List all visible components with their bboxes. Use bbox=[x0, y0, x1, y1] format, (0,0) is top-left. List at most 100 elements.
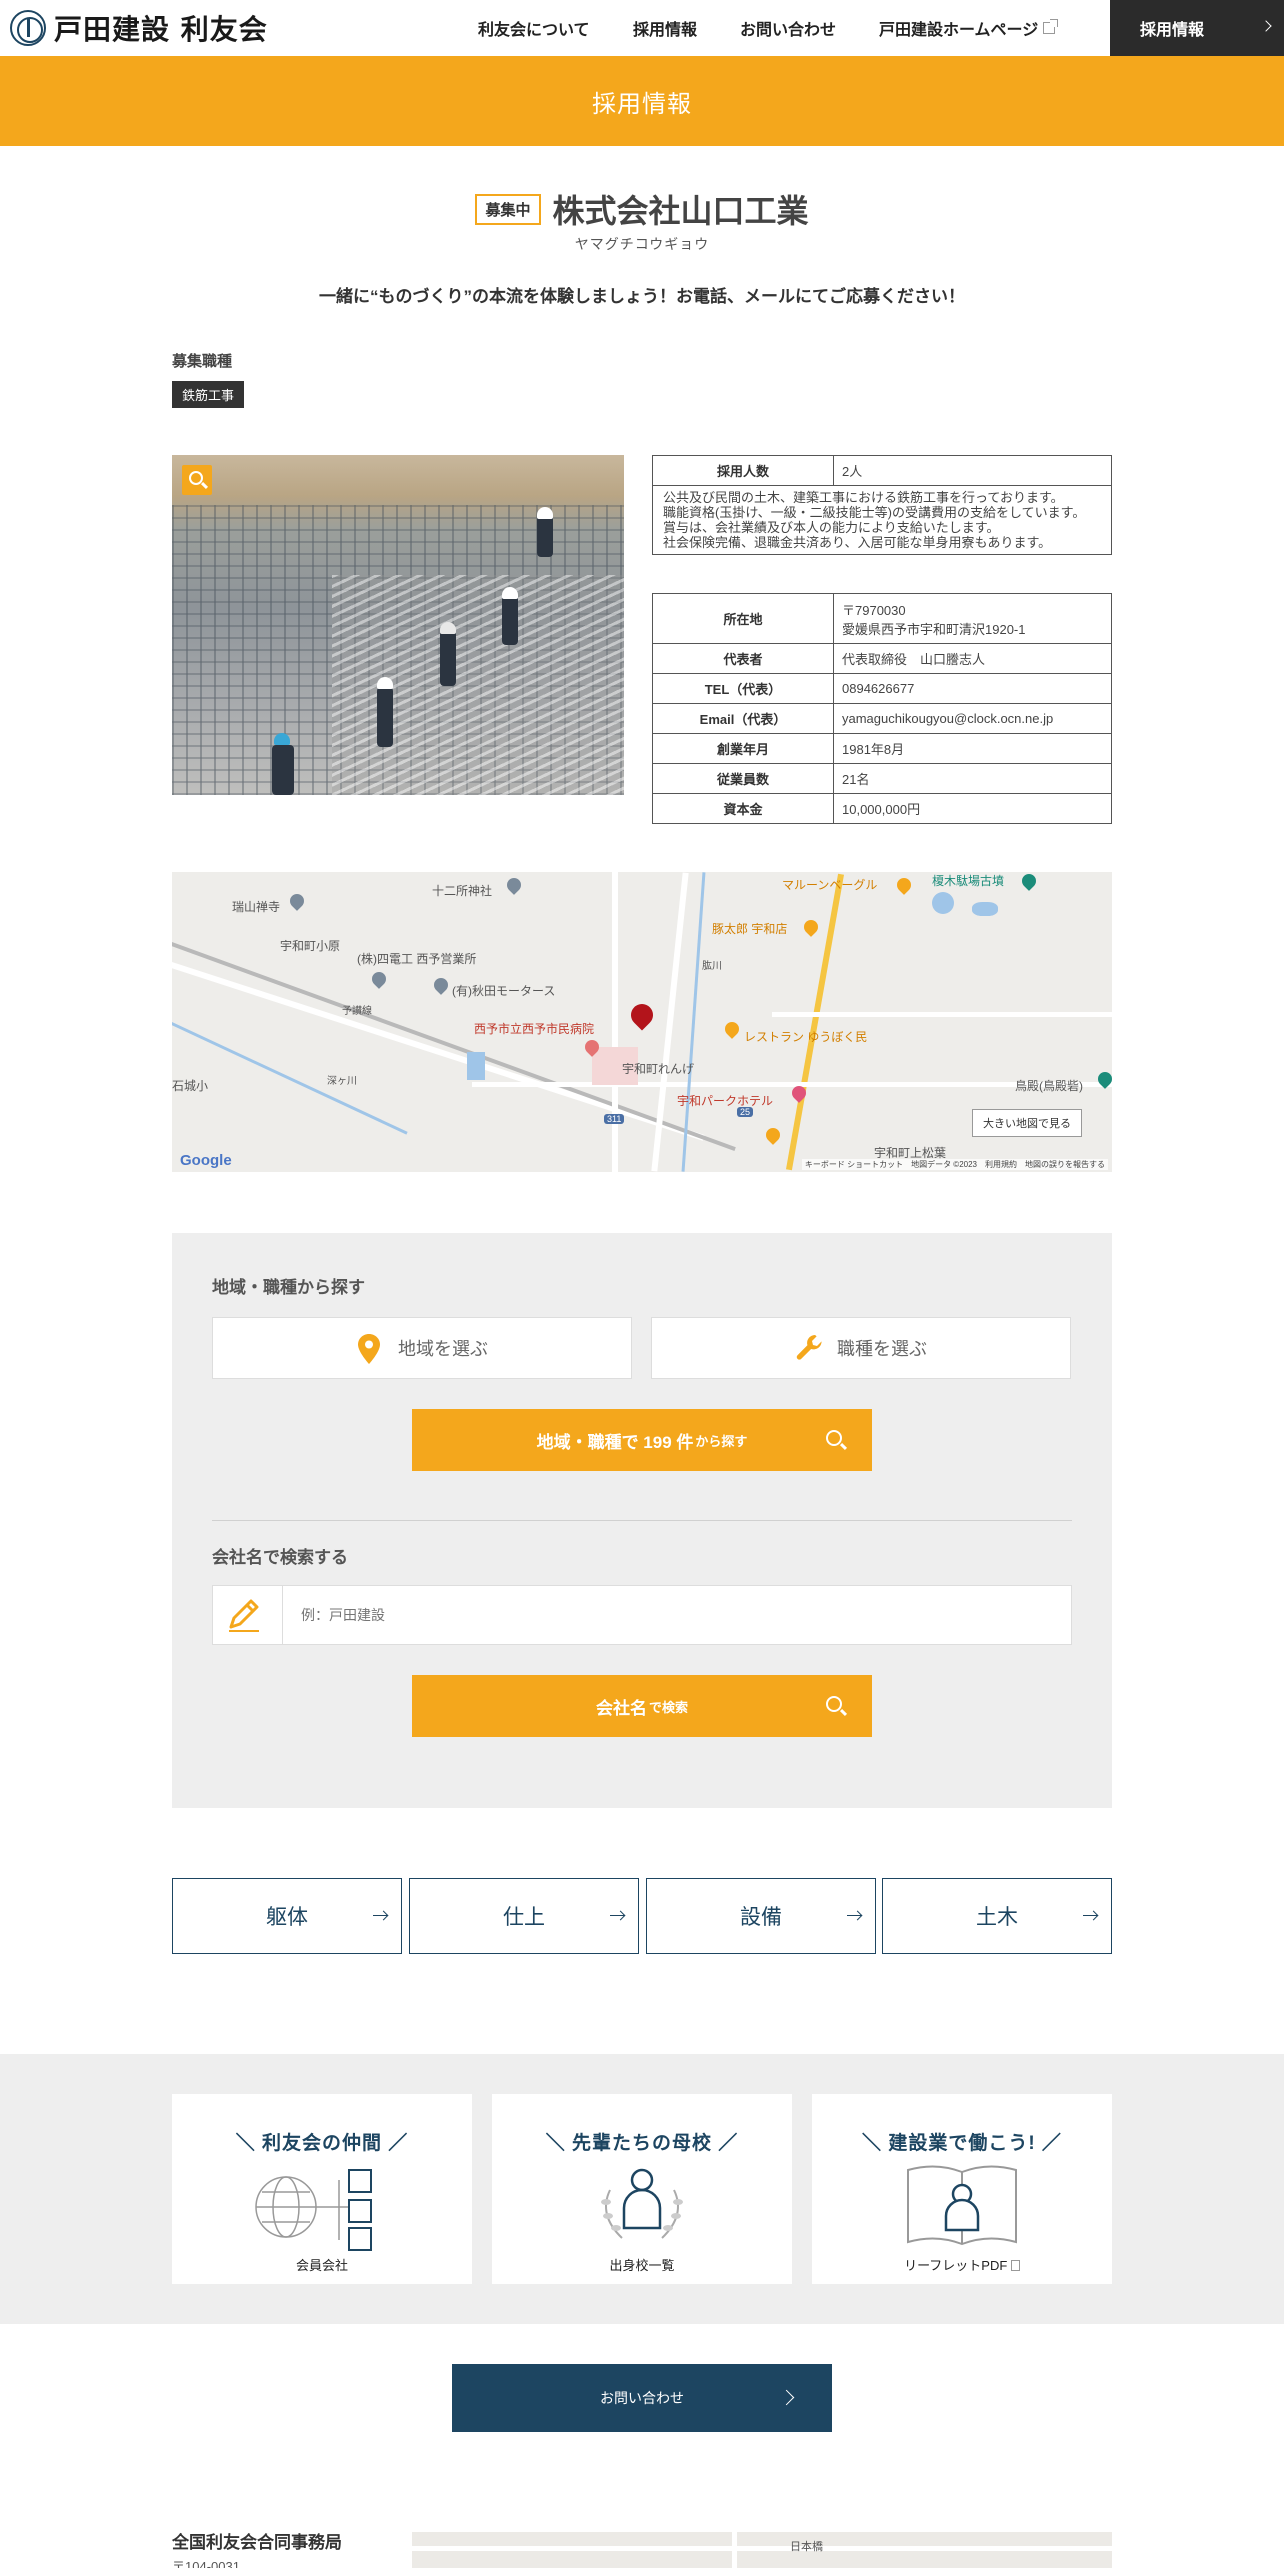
info-key: 資本金 bbox=[652, 793, 834, 824]
company-location-pin-icon[interactable] bbox=[626, 999, 658, 1031]
alma-mater-card[interactable]: ＼ 先輩たちの母校 ／ 出身校一覧 bbox=[492, 2094, 792, 2284]
map-attribution[interactable]: キーボード ショートカット 地図データ ©2023 利用規約 地図の誤りを報告す… bbox=[801, 1159, 1108, 1170]
map-highway bbox=[785, 873, 845, 1171]
book-person-icon bbox=[907, 2165, 1017, 2246]
landmark-pin-icon[interactable] bbox=[1019, 872, 1039, 891]
map-label: 榎木駄場古墳 bbox=[932, 874, 1005, 888]
company-photo[interactable] bbox=[172, 455, 624, 795]
site-logo[interactable]: 戸田建設 利友会 bbox=[10, 10, 268, 46]
shrine-pin-icon[interactable] bbox=[504, 875, 524, 895]
arrow-right-icon bbox=[847, 1915, 861, 1916]
restaurant-pin-icon[interactable] bbox=[722, 1019, 742, 1039]
worker-figure bbox=[272, 745, 294, 795]
map-pond bbox=[972, 902, 998, 916]
info-key: 代表者 bbox=[652, 643, 834, 674]
description-line: 社会保険完備、退職金共済あり、入居可能な単身用寮もあります。 bbox=[663, 535, 1052, 550]
job-select-button[interactable]: 職種を選ぶ bbox=[651, 1317, 1071, 1379]
headcount-value: 2人 bbox=[833, 455, 1112, 486]
external-link-icon bbox=[1043, 19, 1059, 34]
globe-network-icon bbox=[255, 2169, 372, 2251]
header-recruit-button[interactable]: 採用情報 bbox=[1110, 0, 1284, 56]
nav-contact[interactable]: お問い合わせ bbox=[740, 16, 836, 40]
pdf-icon bbox=[1010, 2260, 1020, 2271]
nav-toda-homepage-label: 戸田建設ホームページ bbox=[879, 22, 1039, 39]
map-label: 宇和町れんげ bbox=[622, 1062, 695, 1076]
search-area-title: 地域・職種から探す bbox=[212, 1278, 365, 1297]
place-pin-icon[interactable] bbox=[431, 975, 451, 995]
helmet-figure bbox=[440, 622, 456, 634]
worker-figure bbox=[440, 630, 456, 686]
office-name: 全国利友会合同事務局 bbox=[172, 2533, 342, 2552]
category-button-setsubi[interactable]: 設備 bbox=[646, 1878, 876, 1954]
company-name-search-label: 会社名 bbox=[595, 1698, 647, 1718]
restaurant-pin-icon[interactable] bbox=[894, 875, 914, 895]
map-pond bbox=[467, 1052, 485, 1080]
company-name-field[interactable] bbox=[212, 1585, 1072, 1645]
map-label: 鳥殿(鳥殿砦) bbox=[1015, 1079, 1083, 1093]
category-button-shiage[interactable]: 仕上 bbox=[409, 1878, 639, 1954]
description-line: 公共及び民間の土木、建築工事における鉄筋工事を行っております。 bbox=[663, 490, 1064, 505]
map-river bbox=[681, 872, 706, 1172]
nav-toda-homepage[interactable]: 戸田建設ホームページ bbox=[879, 16, 1059, 40]
map-road bbox=[772, 1012, 1112, 1017]
route-shield: 311 bbox=[604, 1114, 625, 1124]
route-shield: 25 bbox=[737, 1107, 754, 1117]
map-label: 日本橋 bbox=[790, 2541, 823, 2553]
larger-map-button[interactable]: 大きい地図で見る bbox=[972, 1109, 1082, 1137]
card-caption: 出身校一覧 bbox=[609, 2258, 675, 2273]
search-icon bbox=[826, 1430, 842, 1446]
catchphrase: 一緒に“ものづくり”の本流を体験しましょう！お電話、メールにてご応募ください！ bbox=[319, 287, 965, 306]
map-label: 十二所神社 bbox=[432, 884, 493, 898]
company-heading: 募集中 株式会社山口工業 ヤマグチコウギョウ bbox=[0, 186, 1284, 252]
zoom-icon[interactable] bbox=[182, 465, 212, 495]
office-map[interactable]: 日本橋 bbox=[412, 2532, 1112, 2568]
member-companies-card[interactable]: ＼ 利友会の仲間 ／ 会員会社 bbox=[172, 2094, 472, 2284]
search-name-title: 会社名で検索する bbox=[212, 1548, 348, 1567]
job-type-tag[interactable]: 鉄筋工事 bbox=[172, 381, 245, 408]
company-name-input[interactable] bbox=[301, 1607, 1001, 1623]
info-value[interactable]: 0894626677 bbox=[833, 673, 1112, 704]
address-line: 愛媛県西予市宇和町清沢1920-1 bbox=[842, 621, 1026, 637]
map-road bbox=[732, 2532, 737, 2568]
category-label: 仕上 bbox=[503, 1906, 545, 1929]
job-type-label: 募集職種 bbox=[172, 353, 233, 370]
chevron-right-icon bbox=[1260, 20, 1272, 32]
logo-mark-icon bbox=[10, 10, 46, 46]
search-icon bbox=[826, 1696, 842, 1712]
leaflet-pdf-card[interactable]: ＼ 建設業で働こう! ／ リーフレットPDF bbox=[812, 2094, 1112, 2284]
map-railway bbox=[172, 942, 736, 1151]
region-select-button[interactable]: 地域を選ぶ bbox=[212, 1317, 632, 1379]
recruit-description: 公共及び民間の土木、建築工事における鉄筋工事を行っております。 職能資格(玉掛け… bbox=[652, 485, 1112, 555]
temple-pin-icon[interactable] bbox=[287, 891, 307, 911]
map-label: マルーンベーグル bbox=[782, 878, 878, 892]
map-road bbox=[612, 872, 618, 1172]
info-key: TEL（代表） bbox=[652, 673, 834, 704]
logo-text: 戸田建設 利友会 bbox=[54, 13, 268, 46]
office-zip: 〒104-0031 bbox=[172, 2559, 240, 2568]
embedded-map[interactable]: 十二所神社 瑞山禅寺 宇和町小原 (株)四電工 西予営業所 (有)秋田モータース… bbox=[172, 872, 1112, 1172]
restaurant-pin-icon[interactable] bbox=[763, 1125, 783, 1145]
worker-figure bbox=[377, 687, 393, 747]
recruit-table: 採用人数 2人 公共及び民間の土木、建築工事における鉄筋工事を行っております。 … bbox=[652, 455, 1112, 555]
card-title: ＼ 利友会の仲間 ／ bbox=[235, 2133, 409, 2154]
job-select-label: 職種を選ぶ bbox=[837, 1339, 927, 1359]
worker-figure bbox=[502, 595, 518, 645]
nav-about[interactable]: 利友会について bbox=[478, 16, 590, 40]
restaurant-pin-icon[interactable] bbox=[801, 917, 821, 937]
area-job-search-button[interactable]: 地域・職種で 199 件から探す bbox=[412, 1409, 872, 1471]
nav-recruit[interactable]: 採用情報 bbox=[633, 16, 697, 40]
helmet-figure bbox=[274, 733, 290, 745]
section-divider bbox=[212, 1520, 1072, 1521]
arrow-right-icon bbox=[1083, 1915, 1097, 1916]
map-label: 肱川 bbox=[702, 961, 722, 972]
map-label: 瑞山禅寺 bbox=[232, 900, 281, 914]
contact-button[interactable]: お問い合わせ bbox=[452, 2364, 832, 2432]
place-pin-icon[interactable] bbox=[369, 969, 389, 989]
category-button-doboku[interactable]: 土木 bbox=[882, 1878, 1112, 1954]
info-value: 〒7970030 愛媛県西予市宇和町清沢1920-1 bbox=[833, 593, 1112, 644]
category-label: 躯体 bbox=[266, 1906, 308, 1929]
company-name-search-button[interactable]: 会社名 で検索 bbox=[412, 1675, 872, 1737]
info-value[interactable]: yamaguchikougyou@clock.ocn.ne.jp bbox=[833, 703, 1112, 734]
google-logo: Google bbox=[180, 1152, 232, 1169]
category-button-kutai[interactable]: 躯体 bbox=[172, 1878, 402, 1954]
